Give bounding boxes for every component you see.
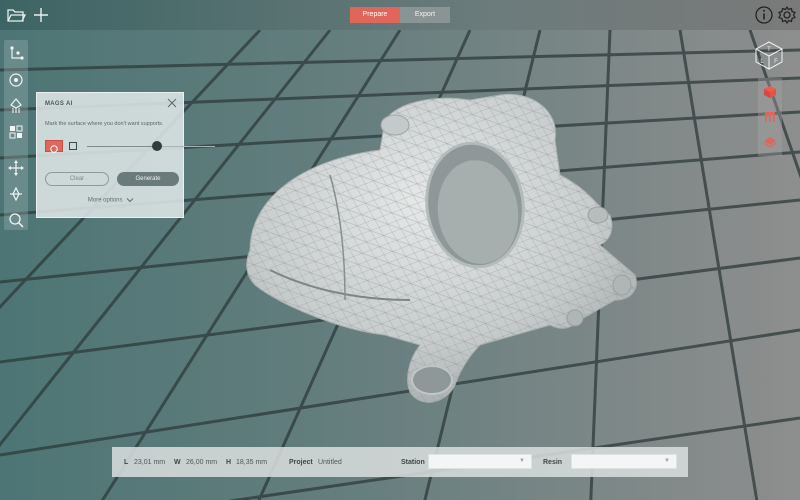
chevron-down-icon: ▼ (519, 458, 525, 464)
layout-icon[interactable] (6, 122, 26, 142)
layers-icon[interactable] (762, 134, 778, 150)
more-options-label: More options (87, 197, 123, 204)
station-select[interactable]: ▼ (428, 454, 532, 469)
info-icon[interactable] (754, 5, 774, 25)
cube-face-front: F (774, 59, 778, 65)
right-toolbar (758, 78, 782, 156)
cube-face-left: L (760, 59, 764, 65)
slider-thumb[interactable] (152, 141, 163, 151)
brush-tool-button[interactable] (45, 140, 63, 153)
slider-fill (87, 146, 158, 147)
rotate-icon[interactable] (6, 184, 26, 204)
cube-face-top: T (767, 47, 771, 53)
clear-button[interactable]: Clear (45, 172, 109, 186)
tab-prepare[interactable]: Prepare (350, 7, 400, 23)
mode-switch: Prepare Export (350, 7, 450, 23)
zoom-icon[interactable] (6, 210, 26, 230)
resin-label: Resin (543, 459, 563, 466)
close-icon[interactable] (167, 98, 177, 108)
view-cube[interactable]: T L F (752, 40, 786, 70)
support-pins-icon[interactable] (762, 109, 778, 125)
move-icon[interactable] (6, 158, 26, 178)
axis-icon[interactable] (6, 44, 26, 64)
generate-button[interactable]: Generate (117, 172, 179, 186)
tab-export[interactable]: Export (400, 7, 450, 23)
chevron-down-icon: ▼ (664, 458, 670, 464)
resin-select[interactable]: ▼ (571, 454, 677, 469)
more-options-toggle[interactable]: More options (37, 197, 185, 204)
supports-icon[interactable] (6, 96, 26, 116)
width-label: W (174, 459, 181, 466)
height-label: H (226, 459, 232, 466)
orient-icon[interactable] (6, 70, 26, 90)
viewport-3d[interactable] (0, 0, 800, 500)
length-value: 23,01 mm (134, 459, 166, 466)
panel-description: Mark the surface where you don't want su… (45, 121, 164, 127)
cube-icon[interactable] (762, 84, 778, 100)
panel-title: MAGS AI (45, 101, 73, 107)
length-label: L (124, 459, 129, 466)
height-value: 18,35 mm (236, 459, 268, 466)
gear-icon[interactable] (777, 5, 797, 25)
left-toolbar (4, 40, 28, 230)
bottom-info-bar: L 23,01 mm W 26,00 mm H 18,35 mm Project… (112, 447, 688, 477)
rectangle-tool-icon[interactable] (68, 141, 78, 151)
top-bar: Prepare Export (0, 0, 800, 30)
mags-ai-panel: MAGS AI Mark the surface where you don't… (36, 92, 215, 218)
plus-icon[interactable] (31, 5, 51, 25)
width-value: 26,00 mm (186, 459, 218, 466)
chevron-down-icon (126, 198, 134, 203)
project-label: Project (289, 459, 313, 466)
folder-icon[interactable] (6, 5, 26, 25)
project-name[interactable]: Untitled (318, 459, 342, 466)
brush-circle-icon (50, 145, 58, 153)
station-label: Station (401, 459, 425, 466)
